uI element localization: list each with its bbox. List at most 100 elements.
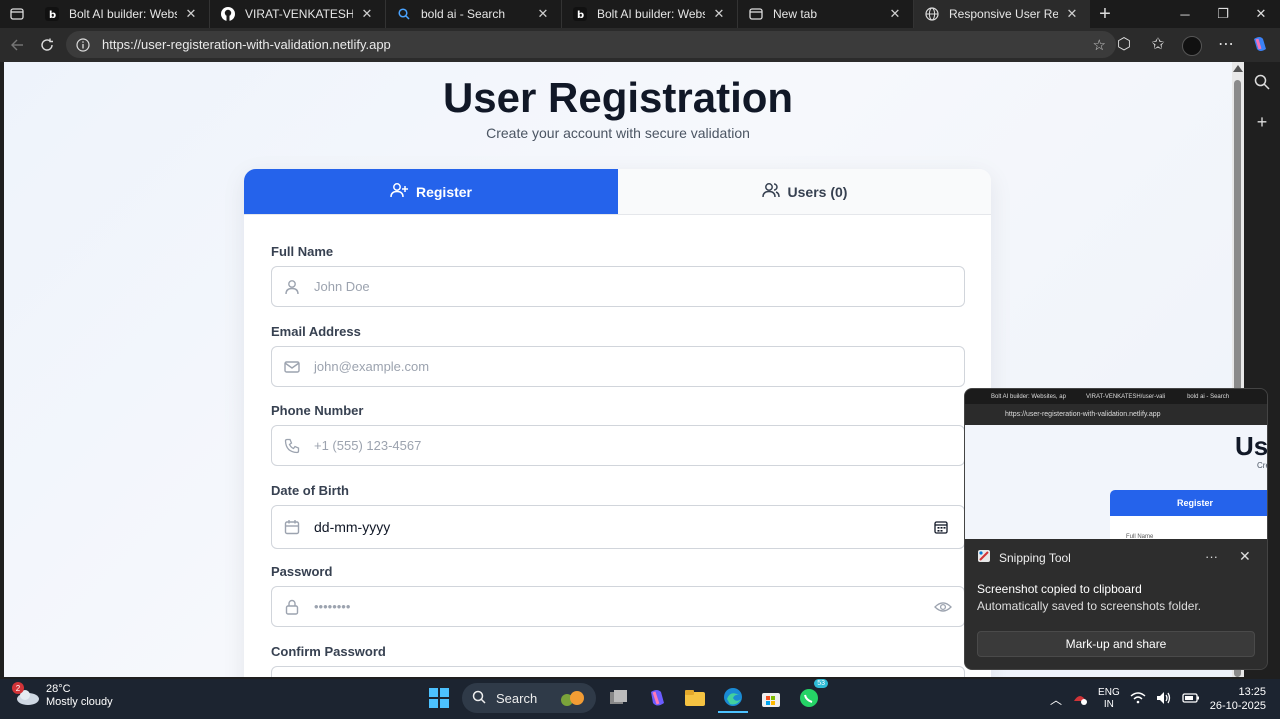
browser-tab[interactable]: bold ai - Search ✕	[386, 0, 562, 28]
toast-more-icon[interactable]: ···	[1205, 549, 1218, 564]
tray-app-icon[interactable]	[1072, 691, 1088, 708]
close-tab-icon[interactable]: ✕	[359, 6, 375, 22]
password-placeholder: ••••••••	[314, 599, 351, 614]
volume-icon[interactable]	[1156, 691, 1172, 708]
sidebar-search-icon[interactable]	[1244, 62, 1280, 102]
page-title: User Registration	[442, 74, 794, 121]
whatsapp-icon[interactable]: 53	[794, 679, 828, 713]
close-tab-icon[interactable]: ✕	[887, 6, 903, 22]
favorites-icon[interactable]: ✩	[1144, 30, 1172, 58]
clock-time: 13:25	[1238, 686, 1266, 698]
svg-text:b: b	[49, 10, 56, 21]
taskbar-search-icon	[472, 690, 486, 707]
copilot-icon[interactable]	[1246, 30, 1274, 58]
weather-widget[interactable]: 2 28°C Mostly cloudy	[12, 682, 113, 709]
tab-title: VIRAT-VENKATESH/user-vali	[245, 7, 353, 21]
close-tab-icon[interactable]: ✕	[711, 6, 727, 22]
browser-toolbar: ⬡ ✩ ⋯	[1110, 30, 1274, 58]
window-controls: ─ ❐ ✕	[1166, 0, 1280, 28]
lock-icon	[284, 599, 302, 615]
browser-tab[interactable]: b Bolt AI builder: Websites, apps ✕	[34, 0, 210, 28]
svg-text:b: b	[577, 10, 584, 21]
users-icon	[761, 182, 780, 201]
password-field: Password ••••••••	[271, 564, 965, 627]
system-clock[interactable]: 13:25 26-10-2025	[1210, 685, 1266, 713]
scroll-up-icon[interactable]	[1233, 65, 1243, 72]
refresh-icon[interactable]	[32, 30, 62, 60]
confirm-password-input[interactable]	[271, 666, 965, 677]
close-window-icon[interactable]: ✕	[1242, 0, 1280, 28]
maximize-icon[interactable]: ❐	[1204, 0, 1242, 28]
edge-browser-icon[interactable]	[718, 683, 748, 713]
confirm-password-label: Confirm Password	[271, 644, 386, 659]
full-name-field: Full Name John Doe	[271, 244, 965, 307]
full-name-input[interactable]: John Doe	[271, 266, 965, 307]
copilot-app-icon[interactable]	[642, 683, 672, 713]
more-menu-icon[interactable]: ⋯	[1212, 30, 1240, 58]
region-code: IN	[1103, 699, 1114, 710]
language-code: ENG	[1098, 687, 1120, 698]
dob-input[interactable]: dd-mm-yyyy	[271, 505, 965, 549]
page-subtitle: Create your account with secure validati…	[486, 125, 750, 141]
file-explorer-icon[interactable]	[680, 683, 710, 713]
toast-detail: Automatically saved to screenshots folde…	[977, 599, 1202, 613]
screenshot-preview[interactable]: Use Cre Register Full Name	[965, 425, 1268, 539]
windows-taskbar: 2 28°C Mostly cloudy Search 53 ︿ ENG IN	[0, 679, 1280, 719]
tab-users[interactable]: Users (0)	[618, 169, 991, 214]
search-highlight-icon	[558, 688, 588, 711]
phone-input[interactable]: +1 (555) 123-4567	[271, 425, 965, 466]
weather-temp: 28°C	[46, 683, 71, 695]
favorite-star-icon[interactable]: ☆	[1093, 36, 1106, 54]
dob-label: Date of Birth	[271, 483, 349, 498]
tab-register[interactable]: Register	[244, 169, 618, 214]
confirm-password-field: Confirm Password	[271, 644, 965, 677]
form-tabs: Register Users (0)	[244, 169, 991, 215]
taskbar-search[interactable]: Search	[462, 683, 596, 713]
browser-tab[interactable]: b Bolt AI builder: Websites, apps ✕	[562, 0, 738, 28]
toast-message: Screenshot copied to clipboard	[977, 582, 1142, 596]
phone-icon	[284, 438, 302, 454]
date-picker-icon[interactable]	[934, 520, 952, 534]
tab-actions-icon[interactable]	[0, 0, 34, 28]
toast-close-icon[interactable]: ✕	[1239, 548, 1251, 565]
address-bar[interactable]: https://user-registeration-with-validati…	[66, 31, 1116, 58]
password-input[interactable]: ••••••••	[271, 586, 965, 627]
sidebar-add-icon[interactable]: +	[1244, 102, 1280, 142]
start-windows-icon[interactable]	[424, 683, 454, 713]
extensions-icon[interactable]: ⬡	[1110, 30, 1138, 58]
newtab-icon	[748, 6, 764, 22]
markup-share-button[interactable]: Mark-up and share	[977, 631, 1255, 657]
tab-title: Responsive User Registration	[949, 7, 1058, 21]
browser-tab[interactable]: VIRAT-VENKATESH/user-vali ✕	[210, 0, 386, 28]
browser-tab-active[interactable]: Responsive User Registration ✕	[914, 0, 1090, 28]
language-indicator[interactable]: ENG IN	[1098, 687, 1120, 711]
browser-tab[interactable]: New tab ✕	[738, 0, 914, 28]
url-text: https://user-registeration-with-validati…	[102, 37, 391, 52]
preview-tab: Bolt AI builder: Websites, ap	[991, 393, 1066, 400]
wifi-icon[interactable]	[1130, 691, 1146, 707]
user-plus-icon	[390, 182, 408, 201]
new-tab-button[interactable]: +	[1090, 0, 1120, 28]
minimize-icon[interactable]: ─	[1166, 0, 1204, 28]
microsoft-store-icon[interactable]	[756, 683, 786, 713]
email-input[interactable]: john@example.com	[271, 346, 965, 387]
close-tab-icon[interactable]: ✕	[1064, 6, 1080, 22]
close-tab-icon[interactable]: ✕	[535, 6, 551, 22]
back-icon[interactable]	[2, 30, 32, 60]
battery-icon[interactable]	[1182, 692, 1200, 707]
profile-avatar[interactable]	[1178, 30, 1206, 58]
show-hidden-icons-chevron-icon[interactable]: ︿	[1050, 691, 1062, 708]
preview-tab: bold ai - Search	[1187, 393, 1230, 400]
close-tab-icon[interactable]: ✕	[183, 6, 199, 22]
whatsapp-badge: 53	[814, 679, 828, 688]
preview-subtitle: Cre	[1257, 461, 1267, 470]
tab-users-label: Users (0)	[787, 183, 848, 200]
site-info-icon[interactable]	[76, 37, 92, 52]
bolt-icon: b	[44, 6, 60, 22]
bolt-icon: b	[572, 6, 588, 22]
email-placeholder: john@example.com	[314, 359, 430, 374]
task-view-icon[interactable]	[604, 683, 634, 713]
preview-title: Use	[1235, 431, 1268, 461]
show-password-eye-icon[interactable]	[934, 601, 952, 613]
password-label: Password	[271, 564, 333, 579]
